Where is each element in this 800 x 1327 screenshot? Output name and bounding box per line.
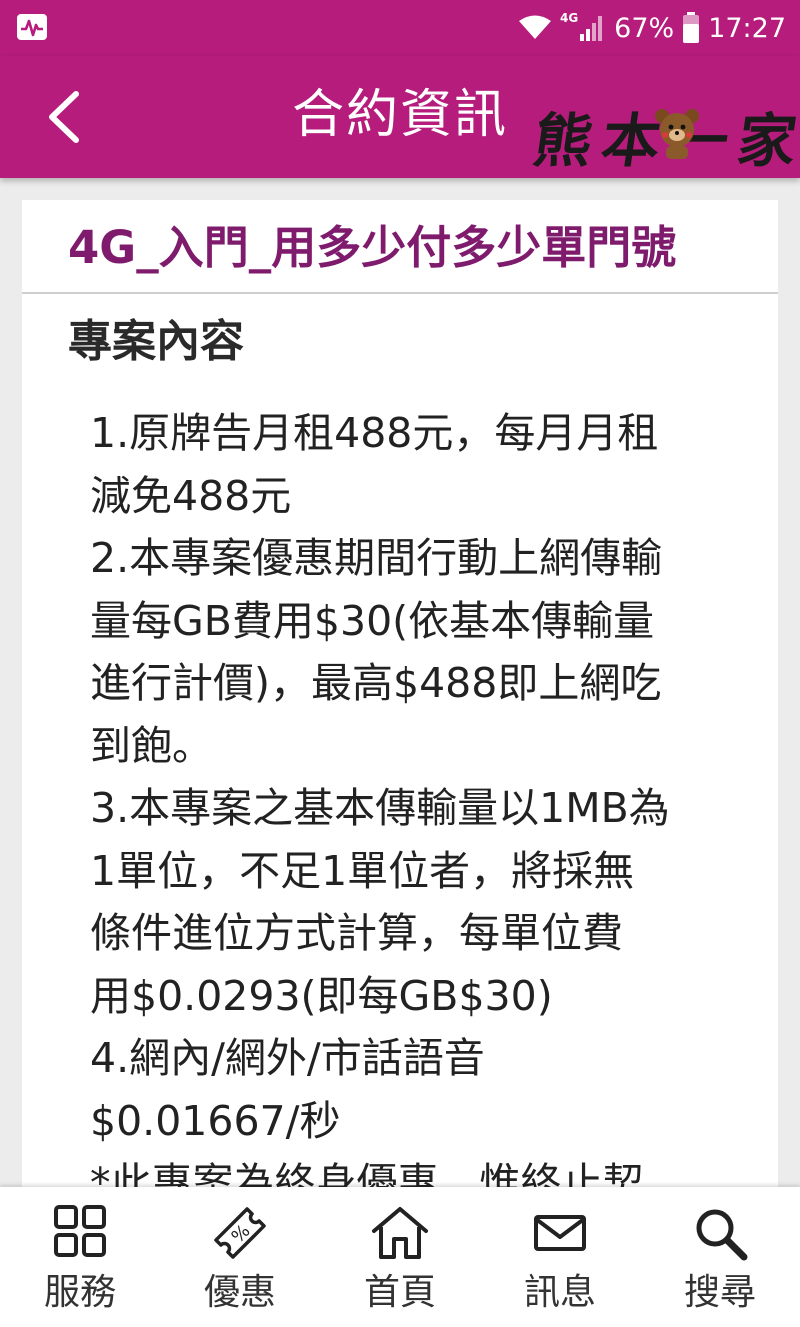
- content-line: 條件進位方式計算，每單位費: [90, 909, 623, 957]
- wifi-icon: [518, 15, 551, 39]
- content-line: $0.01667/秒: [90, 1096, 341, 1145]
- status-right: 4G 67% 17:27: [518, 0, 786, 56]
- divider: [22, 292, 778, 294]
- nav-item-search[interactable]: 搜尋: [640, 1187, 800, 1327]
- bottom-nav: 服務 % 優惠 首頁 訊息 搜尋: [0, 1187, 800, 1327]
- nav-item-home[interactable]: 首頁: [320, 1187, 480, 1327]
- content-line: 減免488元: [90, 471, 292, 520]
- battery-icon: [683, 12, 700, 43]
- grid-icon: [54, 1205, 106, 1257]
- nav-label: 首頁: [363, 1272, 436, 1313]
- plan-name: 4G_入門_用多少付多少單門號: [68, 221, 677, 274]
- content-line: 1單位，不足1單位者，將採無: [90, 846, 635, 895]
- nav-item-services[interactable]: 服務: [0, 1187, 160, 1327]
- app-header: 合約資訊 熊本一家: [0, 56, 800, 178]
- nav-label: 訊息: [523, 1272, 596, 1313]
- nav-item-messages[interactable]: 訊息: [480, 1187, 640, 1327]
- mail-icon: [534, 1215, 586, 1251]
- plan-content[interactable]: 1.原牌告月租488元，每月月租 減免488元 2.本專案優惠期間行動上網傳輸 …: [90, 402, 750, 1190]
- nav-item-offers[interactable]: % 優惠: [160, 1187, 320, 1327]
- content-line: 2.本專案優惠期間行動上網傳輸: [90, 534, 663, 582]
- activity-monitor-icon: [17, 14, 47, 40]
- search-icon: [696, 1209, 748, 1261]
- battery-percent: 67%: [614, 12, 675, 44]
- content-line: 3.本專案之基本傳輸量以1MB為: [90, 784, 670, 832]
- content-line: *此專案為終身優惠，惟終止契: [90, 1159, 644, 1190]
- nav-label: 優惠: [203, 1272, 276, 1313]
- content-line: 用$0.0293(即每GB$30): [90, 971, 553, 1020]
- content-line: 進行計價)，最高$488即上網吃: [90, 659, 662, 707]
- contract-card: 4G_入門_用多少付多少單門號 專案內容 1.原牌告月租488元，每月月租 減免…: [22, 200, 778, 1190]
- section-heading: 專案內容: [68, 316, 244, 367]
- content-line: 4.網內/網外/市話語音: [90, 1034, 485, 1082]
- cell-signal-icon: [580, 16, 603, 41]
- home-icon: [372, 1207, 428, 1259]
- status-bar: 4G 67% 17:27: [0, 0, 800, 56]
- content-line: 量每GB費用$30(依基本傳輸量: [90, 596, 655, 645]
- brand-logo: 熊本一家: [528, 100, 800, 180]
- network-type: 4G: [559, 11, 579, 25]
- content-line: 到飽。: [90, 721, 213, 770]
- content-line: 1.原牌告月租488元，每月月租: [90, 409, 659, 457]
- nav-label: 搜尋: [683, 1272, 756, 1313]
- nav-label: 服務: [43, 1272, 116, 1313]
- clock: 17:27: [708, 12, 786, 44]
- bear-mascot-icon: [655, 109, 699, 159]
- coupon-icon: %: [214, 1207, 266, 1259]
